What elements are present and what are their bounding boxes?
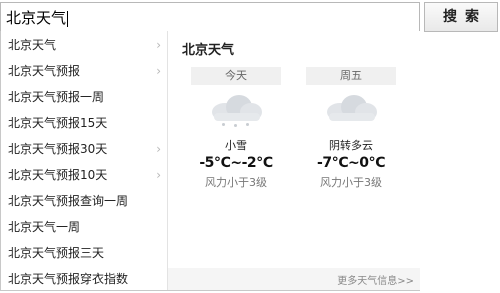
suggestion-label: 北京天气一周 bbox=[8, 220, 81, 234]
chevron-right-icon: › bbox=[156, 64, 161, 78]
wind-level: 风力小于3级 bbox=[205, 176, 267, 189]
chevron-right-icon: › bbox=[156, 168, 161, 182]
suggestion-label: 北京天气 bbox=[8, 38, 57, 52]
weather-day-friday: 周五 阴转多云 -7℃~0℃ 风力小于3级 bbox=[306, 67, 396, 190]
temperature-range: -5℃~-2℃ bbox=[199, 155, 273, 171]
day-label: 今天 bbox=[191, 67, 281, 85]
suggestion-label: 北京天气预报10天 bbox=[8, 168, 108, 182]
suggestion-item[interactable]: 北京天气预报穿衣指数 bbox=[1, 266, 167, 292]
suggestion-item[interactable]: 北京天气一周 bbox=[1, 214, 167, 240]
weather-footer: 更多天气信息>> bbox=[168, 268, 420, 290]
temperature-range: -7℃~0℃ bbox=[317, 155, 385, 171]
search-button[interactable]: 搜索 bbox=[424, 2, 498, 32]
suggestion-item[interactable]: 北京天气预报30天 › bbox=[1, 136, 167, 162]
weather-panel: 北京天气 今天 小雪 -5℃~-2℃ 风力小于3级 周五 阴转多云 -7℃~0℃… bbox=[168, 31, 420, 290]
search-widget: 搜索 北京天气 › 北京天气预报 › 北京天气预报一周 北京天气预报15天 北京… bbox=[0, 0, 500, 293]
chevron-right-icon: › bbox=[156, 142, 161, 156]
text-caret bbox=[67, 11, 68, 27]
suggestion-item[interactable]: 北京天气预报一周 bbox=[1, 84, 167, 110]
suggestion-item[interactable]: 北京天气预报 › bbox=[1, 58, 167, 84]
suggestion-item[interactable]: 北京天气预报查询一周 bbox=[1, 188, 167, 214]
suggestion-label: 北京天气预报查询一周 bbox=[8, 194, 129, 208]
wind-level: 风力小于3级 bbox=[320, 176, 382, 189]
suggestion-item[interactable]: 北京天气预报15天 bbox=[1, 110, 167, 136]
chevron-right-icon: › bbox=[156, 38, 161, 52]
day-label: 周五 bbox=[306, 67, 396, 85]
overcast-cloud-icon bbox=[323, 93, 379, 127]
suggestion-label: 北京天气预报15天 bbox=[8, 116, 108, 130]
suggestion-label: 北京天气预报穿衣指数 bbox=[8, 272, 129, 286]
suggestion-label: 北京天气预报三天 bbox=[8, 246, 105, 260]
weather-condition: 小雪 bbox=[225, 139, 247, 152]
weather-day-today: 今天 小雪 -5℃~-2℃ 风力小于3级 bbox=[191, 67, 281, 190]
weather-title[interactable]: 北京天气 bbox=[182, 39, 234, 58]
suggestion-label: 北京天气预报 bbox=[8, 64, 81, 78]
snow-cloud-icon bbox=[208, 93, 264, 127]
suggestion-dropdown: 北京天气 › 北京天气预报 › 北京天气预报一周 北京天气预报15天 北京天气预… bbox=[0, 31, 420, 291]
suggestion-list: 北京天气 › 北京天气预报 › 北京天气预报一周 北京天气预报15天 北京天气预… bbox=[1, 31, 168, 290]
suggestion-label: 北京天气预报30天 bbox=[8, 142, 108, 156]
more-weather-link[interactable]: 更多天气信息>> bbox=[337, 272, 414, 287]
suggestion-item[interactable]: 北京天气预报三天 bbox=[1, 240, 167, 266]
suggestion-item[interactable]: 北京天气预报10天 › bbox=[1, 162, 167, 188]
suggestion-label: 北京天气预报一周 bbox=[8, 90, 105, 104]
suggestion-item[interactable]: 北京天气 › bbox=[1, 32, 167, 58]
weather-condition: 阴转多云 bbox=[329, 139, 373, 152]
search-box[interactable] bbox=[0, 2, 420, 32]
search-input[interactable] bbox=[6, 7, 406, 27]
